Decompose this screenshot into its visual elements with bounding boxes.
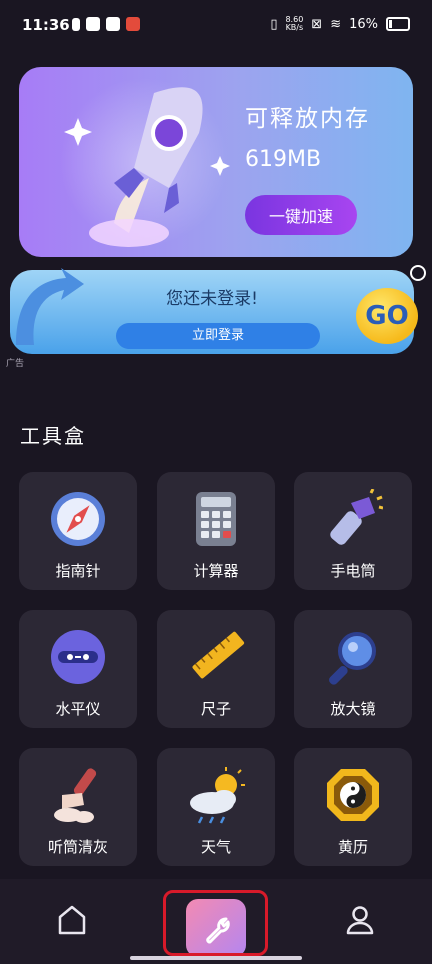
go-badge[interactable]: GO — [356, 288, 418, 344]
tool-magnifier[interactable]: 放大镜 — [294, 610, 412, 728]
vibrate-icon: ▯ — [270, 16, 278, 32]
level-icon — [51, 630, 105, 684]
memory-title: 可释放内存 — [245, 106, 370, 132]
tool-label: 尺子 — [200, 700, 231, 718]
highlight-box — [163, 890, 268, 956]
flashlight-icon — [330, 489, 383, 545]
tool-compass[interactable]: 指南针 — [19, 472, 137, 590]
tool-label: 指南针 — [55, 562, 101, 580]
compass-icon — [51, 492, 105, 546]
status-time: 11:36 — [22, 16, 70, 34]
home-indicator — [130, 956, 302, 960]
tool-earpiece-clean[interactable]: 听筒清灰 — [19, 748, 137, 866]
tool-label: 手电筒 — [330, 562, 376, 580]
tool-label: 计算器 — [193, 562, 239, 580]
battery-icon — [386, 17, 410, 31]
ruler-icon — [192, 631, 245, 679]
one-click-boost-button[interactable]: 一键加速 — [245, 195, 357, 235]
notification-icons — [72, 17, 140, 31]
tool-almanac[interactable]: 黄历 — [294, 748, 412, 866]
tool-label: 水平仪 — [55, 700, 101, 718]
tool-calculator[interactable]: 计算器 — [157, 472, 275, 590]
login-now-button[interactable]: 立即登录 — [116, 323, 320, 349]
tool-label: 黄历 — [337, 838, 368, 856]
tool-ruler[interactable]: 尺子 — [157, 610, 275, 728]
crown-icon — [86, 17, 100, 31]
login-banner[interactable]: 您还未登录! 立即登录 — [10, 268, 414, 354]
sim-icon: ⊠ — [311, 16, 323, 32]
tool-weather[interactable]: 天气 — [157, 748, 275, 866]
almanac-icon — [327, 769, 379, 821]
close-ad-icon[interactable] — [410, 265, 426, 281]
wifi-icon: ≋ — [330, 16, 342, 32]
notification-icon — [72, 17, 80, 31]
status-right: ▯ 8.60 KB/s ⊠ ≋ 16% — [270, 16, 410, 32]
status-bar: 11:36 ▯ 8.60 KB/s ⊠ ≋ 16% — [0, 0, 432, 52]
toolbox-title: 工具盒 — [20, 424, 86, 448]
home-icon[interactable] — [56, 903, 88, 937]
tool-level[interactable]: 水平仪 — [19, 610, 137, 728]
rocket-icon — [64, 87, 230, 247]
memory-value: 619MB — [245, 147, 322, 172]
battery-percent: 16% — [349, 16, 378, 32]
tool-flashlight[interactable]: 手电筒 — [294, 472, 412, 590]
login-prompt: 您还未登录! — [166, 289, 258, 309]
net-speed: 8.60 KB/s — [285, 15, 304, 32]
ad-label: 广告 — [6, 359, 25, 369]
weather-icon — [190, 767, 245, 824]
magnifier-icon — [329, 632, 376, 685]
memory-card[interactable]: 可释放内存 619MB 一键加速 — [19, 67, 413, 257]
brush-icon — [54, 768, 97, 823]
calculator-icon — [196, 492, 236, 546]
tool-label: 放大镜 — [330, 700, 376, 718]
app-badge-icon — [126, 17, 140, 31]
profile-icon[interactable] — [344, 903, 376, 937]
tool-label: 天气 — [200, 838, 231, 856]
app-icon — [106, 17, 120, 31]
tool-label: 听筒清灰 — [47, 838, 108, 856]
